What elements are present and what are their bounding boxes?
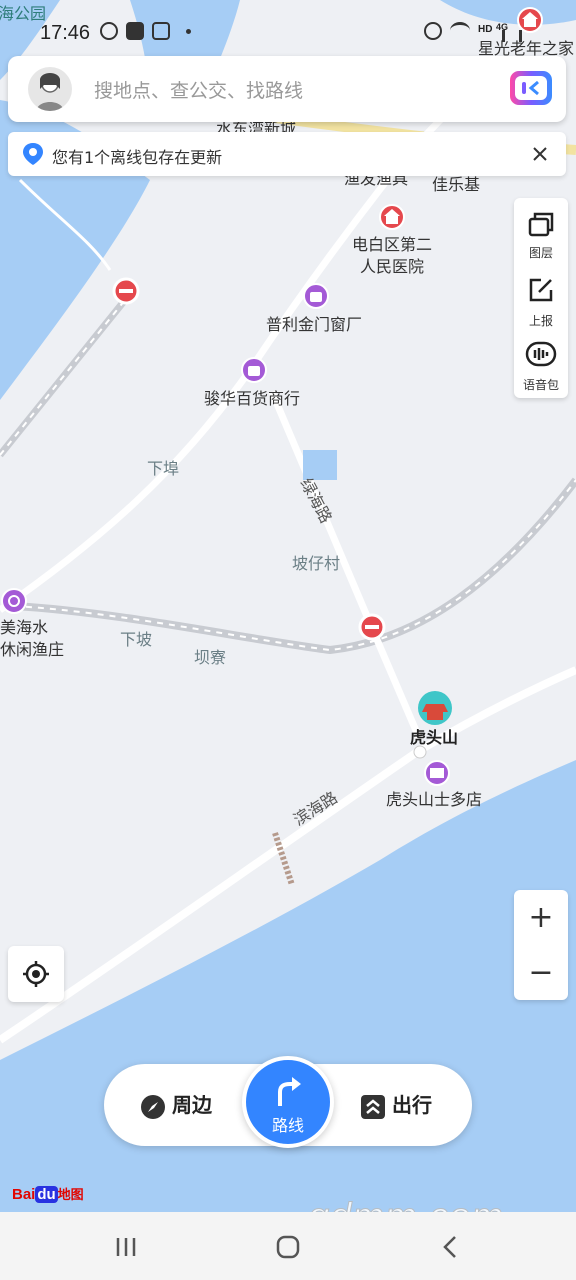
jialeji-label: 佳乐基 bbox=[432, 175, 480, 194]
home-icon[interactable] bbox=[275, 1234, 301, 1260]
layers-button[interactable]: 图层 bbox=[514, 202, 568, 266]
shop-icon[interactable] bbox=[303, 283, 329, 309]
route-label: 路线 bbox=[271, 1116, 304, 1135]
meihai-label-1: 美海水 bbox=[0, 618, 48, 637]
offline-package-notice[interactable]: 您有1个离线包存在更新 bbox=[8, 132, 566, 176]
map-app-icon bbox=[152, 22, 170, 40]
recent-apps-icon[interactable] bbox=[114, 1236, 138, 1258]
map-canvas[interactable]: 海公园 星光老年之家 水东湾新城 渔发渔具 佳乐基 电白区第二 人民医院 普利金… bbox=[0, 0, 576, 1212]
shop1-label: 普利金门窗厂 bbox=[266, 315, 362, 334]
search-bar[interactable]: 搜地点、查公交、找路线 bbox=[8, 56, 566, 122]
hd-indicator: HD bbox=[478, 24, 493, 35]
resort-icon[interactable] bbox=[1, 588, 27, 614]
no-entry-icon[interactable] bbox=[358, 613, 386, 641]
signal-icon bbox=[502, 30, 522, 42]
pozaicun-label: 坡仔村 bbox=[292, 554, 340, 573]
user-avatar-icon bbox=[36, 73, 64, 111]
layers-label: 图层 bbox=[528, 246, 553, 260]
store-icon[interactable] bbox=[424, 760, 450, 786]
pond bbox=[303, 450, 337, 480]
status-time: 17:46 bbox=[40, 22, 91, 44]
settings-icon bbox=[100, 22, 118, 40]
system-nav-bar bbox=[0, 1212, 576, 1280]
no-entry-icon[interactable] bbox=[112, 277, 140, 305]
travel-button[interactable]: 出行 bbox=[360, 1064, 432, 1146]
zoom-in-button[interactable]: + bbox=[514, 890, 568, 945]
voice-assistant-icon bbox=[522, 80, 539, 96]
status-bar: 17:46 HD 4G bbox=[0, 14, 576, 54]
scenic-spot-icon[interactable] bbox=[418, 691, 452, 725]
alarm-icon bbox=[424, 22, 442, 40]
voice-pack-icon bbox=[525, 341, 557, 367]
zoom-out-button[interactable]: − bbox=[514, 945, 568, 1000]
location-pin-icon bbox=[23, 143, 43, 165]
travel-label: 出行 bbox=[392, 1093, 432, 1117]
map-tools-panel: 图层 上报 语音包 bbox=[514, 198, 568, 398]
app-icon bbox=[126, 22, 144, 40]
locate-button[interactable] bbox=[8, 946, 64, 1002]
bazhai-label: 坝寮 bbox=[194, 648, 226, 667]
report-button[interactable]: 上报 bbox=[514, 270, 568, 334]
hutoushan-label: 虎头山 bbox=[410, 728, 458, 747]
travel-icon bbox=[361, 1094, 385, 1119]
shop-icon[interactable] bbox=[241, 357, 267, 383]
voice-assistant-button[interactable] bbox=[510, 71, 552, 105]
compass-icon bbox=[141, 1094, 165, 1119]
notice-text: 您有1个离线包存在更新 bbox=[52, 148, 223, 167]
hospital-icon[interactable] bbox=[379, 204, 405, 230]
hospital-label-2: 人民医院 bbox=[360, 257, 424, 276]
route-button[interactable]: 路线 bbox=[242, 1056, 334, 1148]
report-label: 上报 bbox=[528, 314, 553, 328]
report-icon bbox=[529, 278, 553, 302]
store-label: 虎头山士多店 bbox=[386, 790, 482, 809]
crosshair-icon bbox=[23, 961, 49, 987]
nearby-label: 周边 bbox=[172, 1093, 212, 1117]
xiabu-label: 下埠 bbox=[147, 459, 179, 478]
layers-icon bbox=[528, 212, 554, 237]
close-icon[interactable] bbox=[532, 146, 548, 162]
back-icon[interactable] bbox=[440, 1234, 460, 1260]
hospital-label-1: 电白区第二 bbox=[352, 235, 432, 254]
road-junction bbox=[413, 745, 427, 759]
baidu-map-logo: Bai du 地图 bbox=[12, 1186, 84, 1203]
voice-pack-label: 语音包 bbox=[522, 378, 559, 392]
xiapo-label: 下坡 bbox=[120, 630, 152, 649]
voice-pack-button[interactable]: 语音包 bbox=[514, 334, 568, 398]
search-input[interactable]: 搜地点、查公交、找路线 bbox=[94, 76, 303, 103]
more-notifications-icon bbox=[186, 29, 191, 34]
route-arrow-icon bbox=[278, 1077, 301, 1106]
nearby-button[interactable]: 周边 bbox=[140, 1064, 212, 1146]
zoom-control: + − bbox=[514, 890, 568, 1000]
meihai-label-2: 休闲渔庄 bbox=[0, 640, 64, 659]
wifi-icon bbox=[450, 22, 470, 39]
shop2-label: 骏华百货商行 bbox=[204, 389, 300, 408]
avatar[interactable] bbox=[28, 67, 72, 111]
